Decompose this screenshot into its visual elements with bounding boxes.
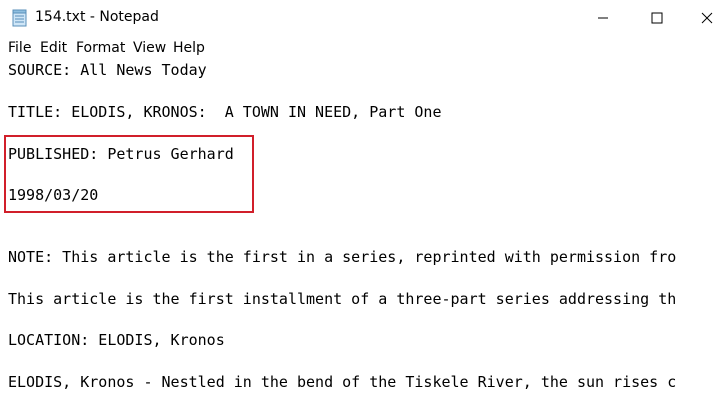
menu-file[interactable]: File bbox=[8, 40, 31, 56]
close-icon bbox=[701, 12, 712, 24]
highlight-box bbox=[4, 135, 254, 213]
maximize-icon bbox=[651, 12, 663, 24]
maximize-button[interactable] bbox=[634, 0, 680, 36]
menu-help[interactable]: Help bbox=[173, 40, 205, 56]
menu-format[interactable]: Format bbox=[76, 40, 125, 56]
text-line: SOURCE: All News Today bbox=[8, 61, 207, 79]
text-line: TITLE: ELODIS, KRONOS: A TOWN IN NEED, P… bbox=[8, 103, 442, 121]
title-bar: 154.txt - Notepad bbox=[0, 0, 725, 36]
text-line: ELODIS, Kronos - Nestled in the bend of … bbox=[8, 373, 677, 391]
text-editor[interactable]: SOURCE: All News Today TITLE: ELODIS, KR… bbox=[0, 59, 725, 400]
window-title: 154.txt - Notepad bbox=[35, 9, 159, 25]
text-line: This article is the first installment of… bbox=[8, 290, 677, 308]
menu-bar: File Edit Format View Help bbox=[0, 38, 725, 58]
close-button[interactable] bbox=[688, 0, 725, 36]
menu-view[interactable]: View bbox=[133, 40, 166, 56]
menu-edit[interactable]: Edit bbox=[40, 40, 67, 56]
text-line: LOCATION: ELODIS, Kronos bbox=[8, 331, 225, 349]
minimize-icon bbox=[598, 17, 608, 19]
text-line: NOTE: This article is the first in a ser… bbox=[8, 248, 677, 266]
minimize-button[interactable] bbox=[580, 0, 626, 36]
notepad-icon bbox=[11, 9, 29, 27]
